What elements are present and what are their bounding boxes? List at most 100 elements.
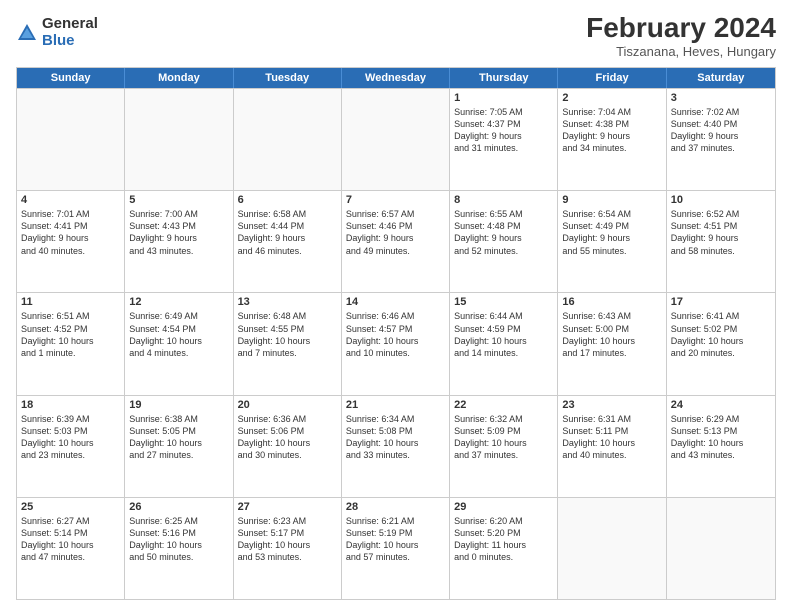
calendar-cell: 10 Sunrise: 6:52 AM Sunset: 4:51 PM Dayli…: [667, 191, 775, 292]
day-number: 20: [238, 399, 337, 411]
day-number: 19: [129, 399, 228, 411]
day-info: Sunrise: 7:04 AM Sunset: 4:38 PM Dayligh…: [562, 106, 661, 155]
day-info: Sunrise: 7:02 AM Sunset: 4:40 PM Dayligh…: [671, 106, 771, 155]
calendar-cell: 23 Sunrise: 6:31 AM Sunset: 5:11 PM Dayli…: [558, 396, 666, 497]
calendar-row-0: 1 Sunrise: 7:05 AM Sunset: 4:37 PM Daylig…: [17, 88, 775, 190]
day-number: 4: [21, 194, 120, 206]
header: General Blue February 2024 Tiszanana, He…: [16, 12, 776, 59]
day-number: 9: [562, 194, 661, 206]
calendar-cell: 12Sunrise: 6:49 AM Sunset: 4:54 PM Dayli…: [125, 293, 233, 394]
day-number: 26: [129, 501, 228, 513]
day-number: 17: [671, 296, 771, 308]
calendar-cell: 21Sunrise: 6:34 AM Sunset: 5:08 PM Dayli…: [342, 396, 450, 497]
calendar-cell: 8 Sunrise: 6:55 AM Sunset: 4:48 PM Daylig…: [450, 191, 558, 292]
day-info: Sunrise: 6:32 AM Sunset: 5:09 PM Dayligh…: [454, 413, 553, 462]
calendar-cell: 11 Sunrise: 6:51 AM Sunset: 4:52 PM Dayli…: [17, 293, 125, 394]
header-day-thursday: Thursday: [450, 68, 558, 88]
day-info: Sunrise: 7:00 AM Sunset: 4:43 PM Dayligh…: [129, 208, 228, 257]
calendar-cell: 27Sunrise: 6:23 AM Sunset: 5:17 PM Dayli…: [234, 498, 342, 599]
header-day-wednesday: Wednesday: [342, 68, 450, 88]
day-number: 23: [562, 399, 661, 411]
title-block: February 2024 Tiszanana, Heves, Hungary: [586, 12, 776, 59]
calendar-cell: 25 Sunrise: 6:27 AM Sunset: 5:14 PM Dayli…: [17, 498, 125, 599]
calendar-cell: 1 Sunrise: 7:05 AM Sunset: 4:37 PM Daylig…: [450, 89, 558, 190]
day-number: 5: [129, 194, 228, 206]
calendar-cell: 2 Sunrise: 7:04 AM Sunset: 4:38 PM Daylig…: [558, 89, 666, 190]
day-number: 24: [671, 399, 771, 411]
calendar-cell: [558, 498, 666, 599]
day-number: 16: [562, 296, 661, 308]
day-info: Sunrise: 6:36 AM Sunset: 5:06 PM Dayligh…: [238, 413, 337, 462]
calendar-row-3: 18 Sunrise: 6:39 AM Sunset: 5:03 PM Dayli…: [17, 395, 775, 497]
calendar-cell: 28 Sunrise: 6:21 AM Sunset: 5:19 PM Dayli…: [342, 498, 450, 599]
calendar-cell: 5 Sunrise: 7:00 AM Sunset: 4:43 PM Daylig…: [125, 191, 233, 292]
day-number: 25: [21, 501, 120, 513]
calendar-cell: [17, 89, 125, 190]
day-info: Sunrise: 6:54 AM Sunset: 4:49 PM Dayligh…: [562, 208, 661, 257]
logo: General Blue: [16, 16, 98, 49]
calendar-cell: [667, 498, 775, 599]
day-number: 28: [346, 501, 445, 513]
day-info: Sunrise: 6:57 AM Sunset: 4:46 PM Dayligh…: [346, 208, 445, 257]
day-number: 11: [21, 296, 120, 308]
calendar-body: 1 Sunrise: 7:05 AM Sunset: 4:37 PM Daylig…: [17, 88, 775, 599]
day-info: Sunrise: 6:44 AM Sunset: 4:59 PM Dayligh…: [454, 310, 553, 359]
day-number: 3: [671, 92, 771, 104]
page: General Blue February 2024 Tiszanana, He…: [0, 0, 792, 612]
calendar-cell: 14Sunrise: 6:46 AM Sunset: 4:57 PM Dayli…: [342, 293, 450, 394]
calendar-cell: 6Sunrise: 6:58 AM Sunset: 4:44 PM Daylig…: [234, 191, 342, 292]
day-info: Sunrise: 7:01 AM Sunset: 4:41 PM Dayligh…: [21, 208, 120, 257]
calendar-cell: 29 Sunrise: 6:20 AM Sunset: 5:20 PM Dayli…: [450, 498, 558, 599]
day-info: Sunrise: 6:39 AM Sunset: 5:03 PM Dayligh…: [21, 413, 120, 462]
logo-general: General: [42, 16, 98, 33]
location-subtitle: Tiszanana, Heves, Hungary: [586, 44, 776, 59]
day-info: Sunrise: 6:29 AM Sunset: 5:13 PM Dayligh…: [671, 413, 771, 462]
calendar-row-2: 11 Sunrise: 6:51 AM Sunset: 4:52 PM Dayli…: [17, 292, 775, 394]
calendar-cell: 16 Sunrise: 6:43 AM Sunset: 5:00 PM Dayli…: [558, 293, 666, 394]
day-number: 22: [454, 399, 553, 411]
day-info: Sunrise: 6:31 AM Sunset: 5:11 PM Dayligh…: [562, 413, 661, 462]
calendar-cell: 24 Sunrise: 6:29 AM Sunset: 5:13 PM Dayli…: [667, 396, 775, 497]
day-info: Sunrise: 6:34 AM Sunset: 5:08 PM Dayligh…: [346, 413, 445, 462]
day-number: 8: [454, 194, 553, 206]
day-info: Sunrise: 6:48 AM Sunset: 4:55 PM Dayligh…: [238, 310, 337, 359]
day-number: 2: [562, 92, 661, 104]
day-info: Sunrise: 6:51 AM Sunset: 4:52 PM Dayligh…: [21, 310, 120, 359]
day-number: 10: [671, 194, 771, 206]
calendar-cell: [125, 89, 233, 190]
day-number: 7: [346, 194, 445, 206]
day-info: Sunrise: 6:21 AM Sunset: 5:19 PM Dayligh…: [346, 515, 445, 564]
calendar-row-1: 4 Sunrise: 7:01 AM Sunset: 4:41 PM Daylig…: [17, 190, 775, 292]
calendar-cell: [342, 89, 450, 190]
calendar-cell: 9 Sunrise: 6:54 AM Sunset: 4:49 PM Daylig…: [558, 191, 666, 292]
day-number: 6: [238, 194, 337, 206]
day-number: 13: [238, 296, 337, 308]
calendar-cell: 3 Sunrise: 7:02 AM Sunset: 4:40 PM Daylig…: [667, 89, 775, 190]
day-info: Sunrise: 6:52 AM Sunset: 4:51 PM Dayligh…: [671, 208, 771, 257]
header-day-sunday: Sunday: [17, 68, 125, 88]
day-info: Sunrise: 6:55 AM Sunset: 4:48 PM Dayligh…: [454, 208, 553, 257]
calendar-cell: 4 Sunrise: 7:01 AM Sunset: 4:41 PM Daylig…: [17, 191, 125, 292]
header-day-tuesday: Tuesday: [234, 68, 342, 88]
logo-blue: Blue: [42, 33, 98, 50]
calendar-cell: 15Sunrise: 6:44 AM Sunset: 4:59 PM Dayli…: [450, 293, 558, 394]
calendar-cell: 17Sunrise: 6:41 AM Sunset: 5:02 PM Dayli…: [667, 293, 775, 394]
day-number: 18: [21, 399, 120, 411]
calendar-cell: 22 Sunrise: 6:32 AM Sunset: 5:09 PM Dayli…: [450, 396, 558, 497]
calendar: SundayMondayTuesdayWednesdayThursdayFrid…: [16, 67, 776, 600]
day-number: 29: [454, 501, 553, 513]
day-info: Sunrise: 6:25 AM Sunset: 5:16 PM Dayligh…: [129, 515, 228, 564]
day-info: Sunrise: 6:23 AM Sunset: 5:17 PM Dayligh…: [238, 515, 337, 564]
header-day-friday: Friday: [558, 68, 666, 88]
day-info: Sunrise: 6:46 AM Sunset: 4:57 PM Dayligh…: [346, 310, 445, 359]
day-info: Sunrise: 6:43 AM Sunset: 5:00 PM Dayligh…: [562, 310, 661, 359]
logo-icon: [16, 22, 38, 44]
calendar-cell: 19Sunrise: 6:38 AM Sunset: 5:05 PM Dayli…: [125, 396, 233, 497]
calendar-cell: 26 Sunrise: 6:25 AM Sunset: 5:16 PM Dayli…: [125, 498, 233, 599]
day-info: Sunrise: 7:05 AM Sunset: 4:37 PM Dayligh…: [454, 106, 553, 155]
day-info: Sunrise: 6:27 AM Sunset: 5:14 PM Dayligh…: [21, 515, 120, 564]
calendar-cell: 7 Sunrise: 6:57 AM Sunset: 4:46 PM Daylig…: [342, 191, 450, 292]
calendar-row-4: 25 Sunrise: 6:27 AM Sunset: 5:14 PM Dayli…: [17, 497, 775, 599]
day-info: Sunrise: 6:20 AM Sunset: 5:20 PM Dayligh…: [454, 515, 553, 564]
day-number: 1: [454, 92, 553, 104]
